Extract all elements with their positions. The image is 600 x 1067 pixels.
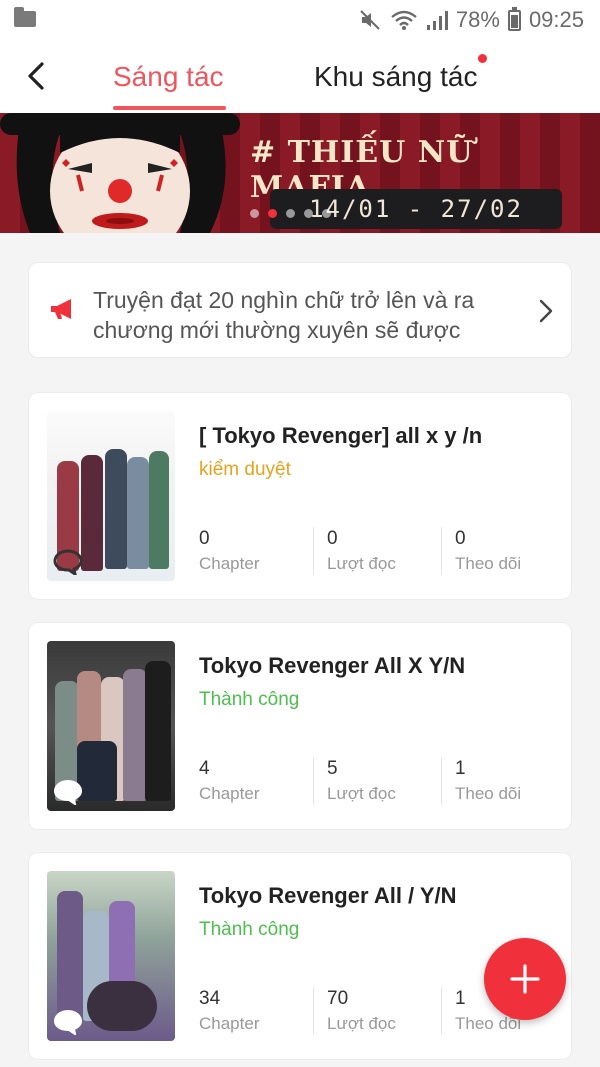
stat-label: Theo dõi <box>455 784 522 803</box>
story-stats: 0 Chapter 0 Lượt đọc 0 Theo dõi <box>199 527 569 579</box>
story-title: [ Tokyo Revenger] all x y /n <box>199 423 483 448</box>
stat-label: Lượt đọc <box>327 784 396 803</box>
battery-percent: 78% <box>455 7 500 32</box>
divider <box>313 527 314 575</box>
stat-label: Chapter <box>199 554 260 573</box>
tab-sang-tac[interactable]: Sáng tác <box>113 60 224 94</box>
divider <box>441 987 442 1035</box>
divider <box>313 987 314 1035</box>
stat-chapter: 0 Chapter <box>199 527 327 579</box>
stat-label: Lượt đọc <box>327 1014 396 1033</box>
status-icons: 78% 09:25 <box>358 6 584 34</box>
promo-banner[interactable]: # THIẾU NỮ MAFIA 14/01 - 27/02 <box>0 113 600 233</box>
stat-chapter: 4 Chapter <box>199 757 327 809</box>
active-tab-indicator <box>113 106 226 110</box>
stat-label: Chapter <box>199 784 260 803</box>
stat-follows: 0 Theo dõi <box>455 527 583 579</box>
announcement-text: Truyện đạt 20 nghìn chữ trở lên và ra ch… <box>93 287 475 343</box>
battery-icon <box>507 6 521 31</box>
stat-value: 5 <box>327 758 338 779</box>
story-title: Tokyo Revenger All X Y/N <box>199 653 466 678</box>
folder-icon <box>14 7 36 27</box>
plus-icon <box>510 964 540 994</box>
notification-dot <box>478 54 487 63</box>
carousel-dot-active[interactable] <box>268 209 277 218</box>
stat-reads: 0 Lượt đọc <box>327 527 455 579</box>
stat-reads: 70 Lượt đọc <box>327 987 455 1039</box>
megaphone-icon <box>51 299 71 319</box>
story-status: Thành công <box>199 919 300 940</box>
stat-value: 0 <box>199 528 210 549</box>
stat-value: 0 <box>327 528 338 549</box>
carousel-dot[interactable] <box>250 209 259 218</box>
stat-label: Chapter <box>199 1014 260 1033</box>
divider <box>441 757 442 805</box>
status-bar: 78% 09:25 <box>0 0 600 40</box>
story-title: Tokyo Revenger All / Y/N <box>199 883 457 908</box>
divider <box>313 757 314 805</box>
story-card[interactable]: Tokyo Revenger All X Y/N Thành công 4 Ch… <box>28 622 572 830</box>
announcement-card[interactable]: Truyện đạt 20 nghìn chữ trở lên và ra ch… <box>28 262 572 358</box>
divider <box>441 527 442 575</box>
tab-khu-sang-tac[interactable]: Khu sáng tác <box>314 60 477 94</box>
banner-character-image <box>0 113 240 233</box>
story-cover-image <box>47 641 175 811</box>
stat-value: 34 <box>199 988 221 1009</box>
carousel-indicator <box>250 209 331 218</box>
stat-value: 4 <box>199 758 210 779</box>
stat-label: Theo dõi <box>455 554 522 573</box>
carousel-dot[interactable] <box>304 209 313 218</box>
clock: 09:25 <box>528 7 584 32</box>
story-stats: 4 Chapter 5 Lượt đọc 1 Theo dõi <box>199 757 569 809</box>
app-bar: Sáng tác Khu sáng tác <box>0 40 600 113</box>
comment-icon <box>53 549 83 575</box>
stat-value: 70 <box>327 988 349 1009</box>
story-status: kiểm duyệt <box>199 459 291 480</box>
carousel-dot[interactable] <box>286 209 295 218</box>
back-arrow-icon[interactable] <box>20 58 52 94</box>
stat-value: 1 <box>455 758 466 779</box>
wifi-icon <box>391 10 417 30</box>
comment-icon <box>53 1009 83 1035</box>
stat-chapter: 34 Chapter <box>199 987 327 1039</box>
comment-icon <box>53 779 83 805</box>
stat-reads: 5 Lượt đọc <box>327 757 455 809</box>
stat-value: 0 <box>455 528 466 549</box>
chevron-right-icon[interactable] <box>539 299 553 323</box>
stat-label: Lượt đọc <box>327 554 396 573</box>
story-status: Thành công <box>199 689 300 710</box>
story-card[interactable]: [ Tokyo Revenger] all x y /n kiểm duyệt … <box>28 392 572 600</box>
carousel-dot[interactable] <box>322 209 331 218</box>
stat-follows: 1 Theo dõi <box>455 757 583 809</box>
story-cover-image <box>47 411 175 581</box>
story-cover-image <box>47 871 175 1041</box>
add-story-button[interactable] <box>484 938 566 1020</box>
mute-icon <box>360 10 380 30</box>
signal-icon <box>426 11 448 30</box>
